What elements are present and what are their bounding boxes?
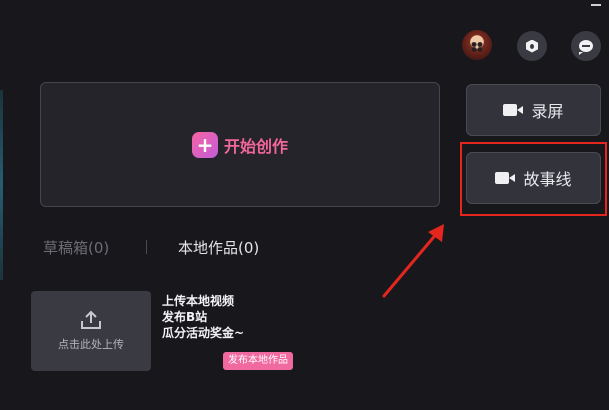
- record-screen-label: 录屏: [531, 102, 564, 121]
- plus-icon: +: [191, 131, 218, 158]
- video-camera-icon: [503, 104, 524, 116]
- upload-icon: [81, 310, 101, 329]
- hexagon-settings-icon: [526, 39, 538, 53]
- record-screen-button[interactable]: 录屏: [466, 84, 601, 136]
- feedback-button[interactable]: [571, 31, 601, 61]
- start-create-label: 开始创作: [223, 136, 288, 156]
- window-minimize-icon[interactable]: [591, 0, 601, 6]
- highlight-box: [460, 142, 607, 216]
- upload-button[interactable]: 点击此处上传: [31, 291, 151, 371]
- annotation-arrow: [382, 224, 444, 298]
- avatar[interactable]: [462, 30, 492, 60]
- settings-button[interactable]: [517, 31, 547, 61]
- tab-divider: [146, 240, 147, 254]
- tab-local-works[interactable]: 本地作品(0): [178, 237, 259, 258]
- promo-line: 发布B站: [162, 310, 208, 324]
- chat-bubble-icon: [579, 40, 593, 55]
- publish-local-works-tag[interactable]: 发布本地作品: [223, 352, 293, 370]
- tab-drafts[interactable]: 草稿箱(0): [43, 237, 109, 258]
- promo-line: 上传本地视频: [162, 294, 235, 308]
- promo-line: 瓜分活动奖金~: [162, 326, 245, 340]
- start-create-button[interactable]: + 开始创作: [40, 82, 440, 207]
- left-edge-accent: [0, 90, 3, 280]
- upload-label: 点击此处上传: [58, 338, 124, 351]
